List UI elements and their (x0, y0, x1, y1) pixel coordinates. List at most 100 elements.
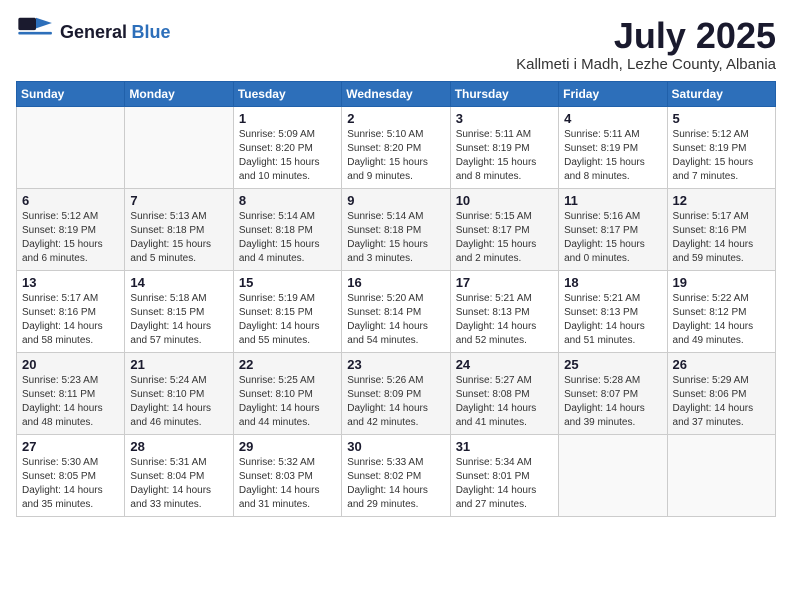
day-info: Sunrise: 5:18 AMSunset: 8:15 PMDaylight:… (130, 292, 227, 348)
day-info: Sunrise: 5:23 AMSunset: 8:11 PMDaylight:… (22, 374, 119, 430)
day-info: Sunrise: 5:22 AMSunset: 8:12 PMDaylight:… (673, 292, 770, 348)
day-number: 10 (456, 193, 553, 208)
day-number: 23 (347, 357, 444, 372)
calendar-cell: 3Sunrise: 5:11 AMSunset: 8:19 PMDaylight… (450, 106, 558, 188)
day-number: 8 (239, 193, 336, 208)
calendar-cell: 23 Sunrise: 5:26 AMSunset: 8:09 PMDayligh… (342, 352, 450, 434)
calendar-cell: 14 Sunrise: 5:18 AMSunset: 8:15 PMDayligh… (125, 270, 233, 352)
logo-icon (16, 16, 56, 46)
calendar-table: SundayMondayTuesdayWednesdayThursdayFrid… (16, 81, 776, 517)
day-info: Sunrise: 5:14 AMSunset: 8:18 PMDaylight:… (347, 210, 444, 266)
calendar-cell: 5 Sunrise: 5:12 AMSunset: 8:19 PMDaylight… (667, 106, 775, 188)
day-info: Sunrise: 5:16 AMSunset: 8:17 PMDaylight:… (564, 210, 661, 266)
day-info: Sunrise: 5:10 AMSunset: 8:20 PMDaylight:… (347, 128, 444, 184)
weekday-header-thursday: Thursday (450, 81, 558, 106)
calendar-week-row: 1 Sunrise: 5:09 AMSunset: 8:20 PMDaylight… (17, 106, 776, 188)
calendar-cell: 19 Sunrise: 5:22 AMSunset: 8:12 PMDayligh… (667, 270, 775, 352)
day-info: Sunrise: 5:21 AMSunset: 8:13 PMDaylight:… (456, 292, 553, 348)
weekday-header-tuesday: Tuesday (233, 81, 341, 106)
location-title: Kallmeti i Madh, Lezhe County, Albania (516, 56, 776, 73)
calendar-cell: 17 Sunrise: 5:21 AMSunset: 8:13 PMDayligh… (450, 270, 558, 352)
calendar-cell: 27 Sunrise: 5:30 AMSunset: 8:05 PMDayligh… (17, 434, 125, 516)
calendar-cell: 29 Sunrise: 5:32 AMSunset: 8:03 PMDayligh… (233, 434, 341, 516)
day-number: 14 (130, 275, 227, 290)
day-info: Sunrise: 5:29 AMSunset: 8:06 PMDaylight:… (673, 374, 770, 430)
calendar-cell: 9 Sunrise: 5:14 AMSunset: 8:18 PMDaylight… (342, 188, 450, 270)
day-info: Sunrise: 5:20 AMSunset: 8:14 PMDaylight:… (347, 292, 444, 348)
calendar-week-row: 6Sunrise: 5:12 AMSunset: 8:19 PMDaylight… (17, 188, 776, 270)
calendar-cell: 21 Sunrise: 5:24 AMSunset: 8:10 PMDayligh… (125, 352, 233, 434)
calendar-cell (667, 434, 775, 516)
day-info: Sunrise: 5:26 AMSunset: 8:09 PMDaylight:… (347, 374, 444, 430)
calendar-week-row: 20Sunrise: 5:23 AMSunset: 8:11 PMDayligh… (17, 352, 776, 434)
day-info: Sunrise: 5:11 AMSunset: 8:19 PMDaylight:… (564, 128, 661, 184)
day-number: 9 (347, 193, 444, 208)
calendar-cell: 22 Sunrise: 5:25 AMSunset: 8:10 PMDayligh… (233, 352, 341, 434)
day-number: 5 (673, 111, 770, 126)
day-info: Sunrise: 5:17 AMSunset: 8:16 PMDaylight:… (22, 292, 119, 348)
calendar-cell: 12 Sunrise: 5:17 AMSunset: 8:16 PMDayligh… (667, 188, 775, 270)
calendar-cell: 1 Sunrise: 5:09 AMSunset: 8:20 PMDaylight… (233, 106, 341, 188)
weekday-header-saturday: Saturday (667, 81, 775, 106)
calendar-cell (125, 106, 233, 188)
day-number: 16 (347, 275, 444, 290)
calendar-cell (17, 106, 125, 188)
calendar-cell: 8 Sunrise: 5:14 AMSunset: 8:18 PMDaylight… (233, 188, 341, 270)
day-number: 12 (673, 193, 770, 208)
day-number: 11 (564, 193, 661, 208)
day-number: 19 (673, 275, 770, 290)
day-info: Sunrise: 5:34 AMSunset: 8:01 PMDaylight:… (456, 456, 553, 512)
day-number: 28 (130, 439, 227, 454)
day-number: 24 (456, 357, 553, 372)
day-info: Sunrise: 5:17 AMSunset: 8:16 PMDaylight:… (673, 210, 770, 266)
day-info: Sunrise: 5:24 AMSunset: 8:10 PMDaylight:… (130, 374, 227, 430)
day-info: Sunrise: 5:09 AMSunset: 8:20 PMDaylight:… (239, 128, 336, 184)
day-info: Sunrise: 5:32 AMSunset: 8:03 PMDaylight:… (239, 456, 336, 512)
calendar-cell: 30 Sunrise: 5:33 AMSunset: 8:02 PMDayligh… (342, 434, 450, 516)
page-header: General Blue July 2025 Kallmeti i Madh, … (16, 16, 776, 73)
day-number: 17 (456, 275, 553, 290)
month-title: July 2025 (516, 16, 776, 56)
calendar-cell (559, 434, 667, 516)
day-number: 6 (22, 193, 119, 208)
day-info: Sunrise: 5:33 AMSunset: 8:02 PMDaylight:… (347, 456, 444, 512)
day-info: Sunrise: 5:19 AMSunset: 8:15 PMDaylight:… (239, 292, 336, 348)
calendar-week-row: 13Sunrise: 5:17 AMSunset: 8:16 PMDayligh… (17, 270, 776, 352)
day-info: Sunrise: 5:21 AMSunset: 8:13 PMDaylight:… (564, 292, 661, 348)
day-number: 30 (347, 439, 444, 454)
calendar-cell: 6Sunrise: 5:12 AMSunset: 8:19 PMDaylight… (17, 188, 125, 270)
day-info: Sunrise: 5:27 AMSunset: 8:08 PMDaylight:… (456, 374, 553, 430)
weekday-header-friday: Friday (559, 81, 667, 106)
calendar-cell: 2Sunrise: 5:10 AMSunset: 8:20 PMDaylight… (342, 106, 450, 188)
day-info: Sunrise: 5:25 AMSunset: 8:10 PMDaylight:… (239, 374, 336, 430)
day-info: Sunrise: 5:15 AMSunset: 8:17 PMDaylight:… (456, 210, 553, 266)
day-info: Sunrise: 5:31 AMSunset: 8:04 PMDaylight:… (130, 456, 227, 512)
calendar-cell: 26 Sunrise: 5:29 AMSunset: 8:06 PMDayligh… (667, 352, 775, 434)
day-info: Sunrise: 5:30 AMSunset: 8:05 PMDaylight:… (22, 456, 119, 512)
day-number: 26 (673, 357, 770, 372)
calendar-cell: 15 Sunrise: 5:19 AMSunset: 8:15 PMDayligh… (233, 270, 341, 352)
calendar-cell: 28 Sunrise: 5:31 AMSunset: 8:04 PMDayligh… (125, 434, 233, 516)
day-number: 15 (239, 275, 336, 290)
weekday-header-monday: Monday (125, 81, 233, 106)
calendar-cell: 31Sunrise: 5:34 AMSunset: 8:01 PMDayligh… (450, 434, 558, 516)
calendar-cell: 16 Sunrise: 5:20 AMSunset: 8:14 PMDayligh… (342, 270, 450, 352)
day-number: 1 (239, 111, 336, 126)
weekday-header-wednesday: Wednesday (342, 81, 450, 106)
day-info: Sunrise: 5:12 AMSunset: 8:19 PMDaylight:… (673, 128, 770, 184)
logo-general: General (60, 22, 127, 42)
calendar-cell: 18Sunrise: 5:21 AMSunset: 8:13 PMDayligh… (559, 270, 667, 352)
calendar-header-row: SundayMondayTuesdayWednesdayThursdayFrid… (17, 81, 776, 106)
calendar-cell: 20Sunrise: 5:23 AMSunset: 8:11 PMDayligh… (17, 352, 125, 434)
day-number: 22 (239, 357, 336, 372)
calendar-cell: 7Sunrise: 5:13 AMSunset: 8:18 PMDaylight… (125, 188, 233, 270)
day-number: 21 (130, 357, 227, 372)
day-number: 7 (130, 193, 227, 208)
calendar-cell: 11 Sunrise: 5:16 AMSunset: 8:17 PMDayligh… (559, 188, 667, 270)
day-info: Sunrise: 5:14 AMSunset: 8:18 PMDaylight:… (239, 210, 336, 266)
day-number: 4 (564, 111, 661, 126)
day-info: Sunrise: 5:11 AMSunset: 8:19 PMDaylight:… (456, 128, 553, 184)
calendar-cell: 4 Sunrise: 5:11 AMSunset: 8:19 PMDaylight… (559, 106, 667, 188)
day-number: 27 (22, 439, 119, 454)
day-number: 29 (239, 439, 336, 454)
